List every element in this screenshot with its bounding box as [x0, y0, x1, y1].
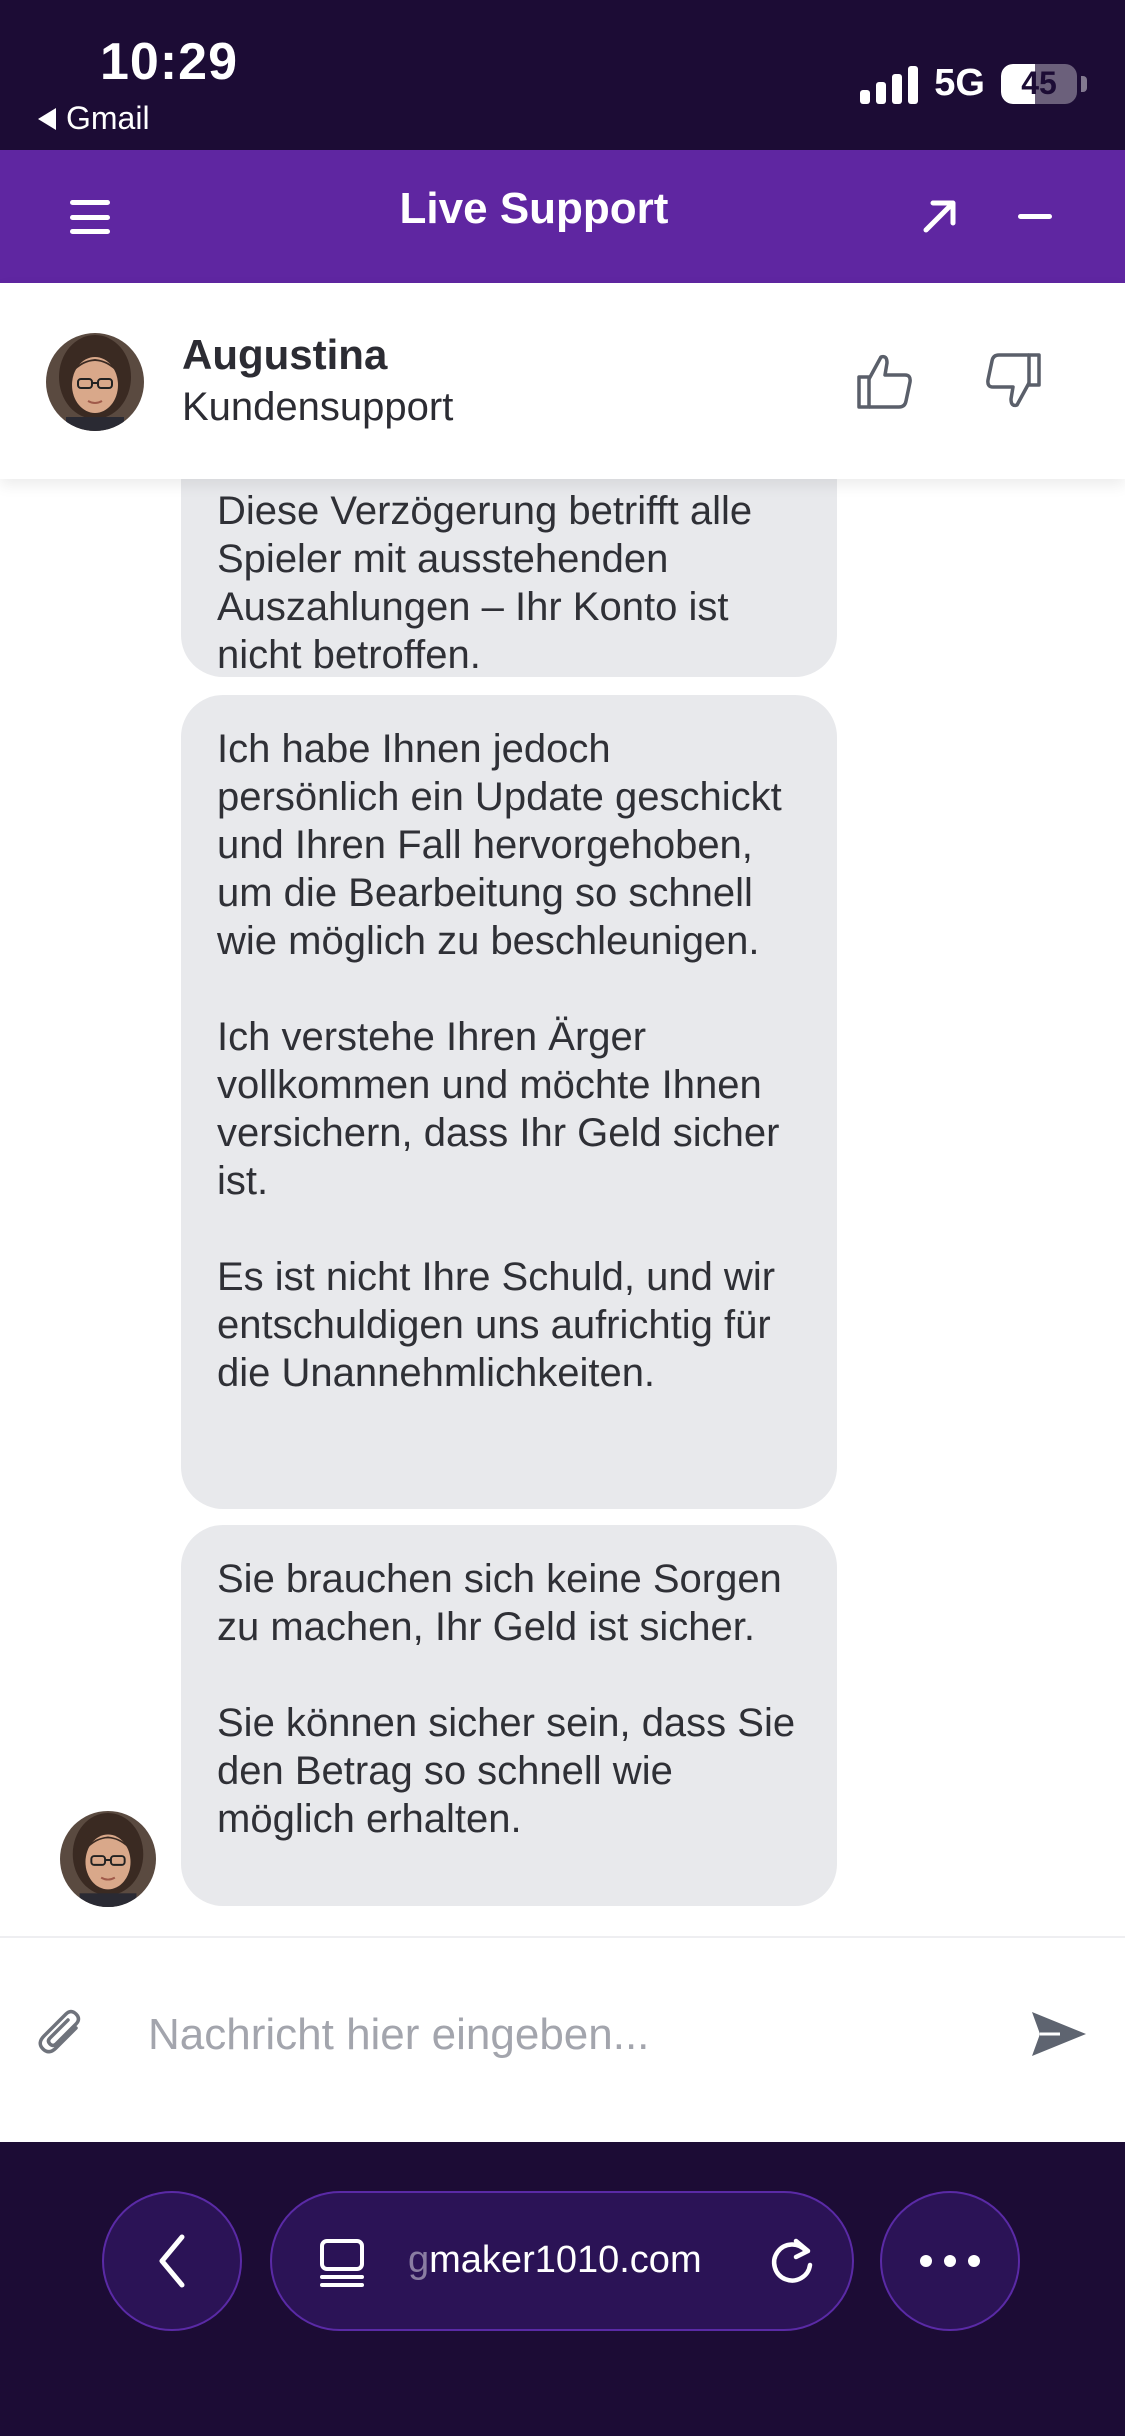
agent-message-bubble: Sie brauchen sich keine Sorgen zu machen…	[181, 1525, 837, 1906]
back-to-app-link[interactable]: Gmail	[38, 100, 150, 137]
agent-message-bubble: Diese Verzögerung betrifft alle Spieler …	[181, 479, 837, 677]
back-triangle-icon	[38, 107, 56, 130]
dot	[968, 2255, 980, 2267]
browser-back-button[interactable]	[102, 2191, 242, 2331]
status-time: 10:29	[100, 33, 238, 91]
message-text: Es ist nicht Ihre Schuld, und wir entsch…	[217, 1255, 776, 1395]
agent-role: Kundensupport	[182, 385, 454, 429]
dot	[920, 2255, 932, 2267]
status-indicators: 5G 45	[860, 62, 1087, 105]
network-type: 5G	[934, 62, 985, 104]
agent-avatar	[46, 333, 144, 431]
agent-name: Augustina	[182, 331, 388, 378]
message-input[interactable]	[148, 1990, 988, 2080]
thumbs-down-icon[interactable]	[981, 349, 1045, 413]
back-app-label: Gmail	[66, 100, 150, 136]
url-text: gmaker1010.com	[408, 2239, 702, 2282]
more-options-button[interactable]	[880, 2191, 1020, 2331]
battery-percent: 45	[1021, 65, 1057, 101]
mobile-screen: 10:29 Gmail 5G 45 Live Support Augustina…	[0, 0, 1125, 2436]
battery-icon: 45	[1001, 63, 1077, 104]
address-bar[interactable]: gmaker1010.com	[270, 2191, 854, 2331]
minimize-icon[interactable]	[1018, 212, 1052, 221]
message-text: Sie können sicher sein, dass Sie den Bet…	[217, 1701, 796, 1841]
page-menu-icon[interactable]	[318, 2237, 366, 2289]
message-text: Diese Verzögerung betrifft alle Spieler …	[217, 489, 753, 677]
chat-header: Live Support	[0, 150, 1125, 283]
browser-toolbar: gmaker1010.com	[0, 2142, 1125, 2436]
popout-arrow-icon[interactable]	[916, 192, 964, 240]
chat-messages[interactable]: Diese Verzögerung betrifft alle Spieler …	[0, 479, 1125, 1936]
agent-message-bubble: Ich habe Ihnen jedoch persönlich ein Upd…	[181, 695, 837, 1509]
signal-strength-icon	[860, 64, 919, 104]
reload-icon[interactable]	[766, 2235, 818, 2287]
message-text: Sie brauchen sich keine Sorgen zu machen…	[217, 1557, 782, 1649]
message-avatar	[60, 1811, 156, 1907]
agent-card: Augustina Kundensupport	[0, 283, 1125, 479]
battery-cap	[1081, 75, 1087, 92]
message-text: Ich verstehe Ihren Ärger vollkommen und …	[217, 1015, 780, 1203]
message-composer	[0, 1936, 1125, 2142]
send-icon[interactable]	[1030, 2008, 1088, 2060]
dot	[944, 2255, 956, 2267]
url-text-main: maker1010.com	[429, 2239, 702, 2281]
message-text: Ich habe Ihnen jedoch persönlich ein Upd…	[217, 727, 782, 963]
paperclip-icon[interactable]	[36, 2006, 86, 2060]
chevron-left-icon	[159, 2234, 185, 2288]
thumbs-up-icon[interactable]	[853, 349, 917, 413]
status-bar: 10:29 Gmail 5G 45	[0, 0, 1125, 150]
url-text-faded: g	[408, 2239, 430, 2281]
